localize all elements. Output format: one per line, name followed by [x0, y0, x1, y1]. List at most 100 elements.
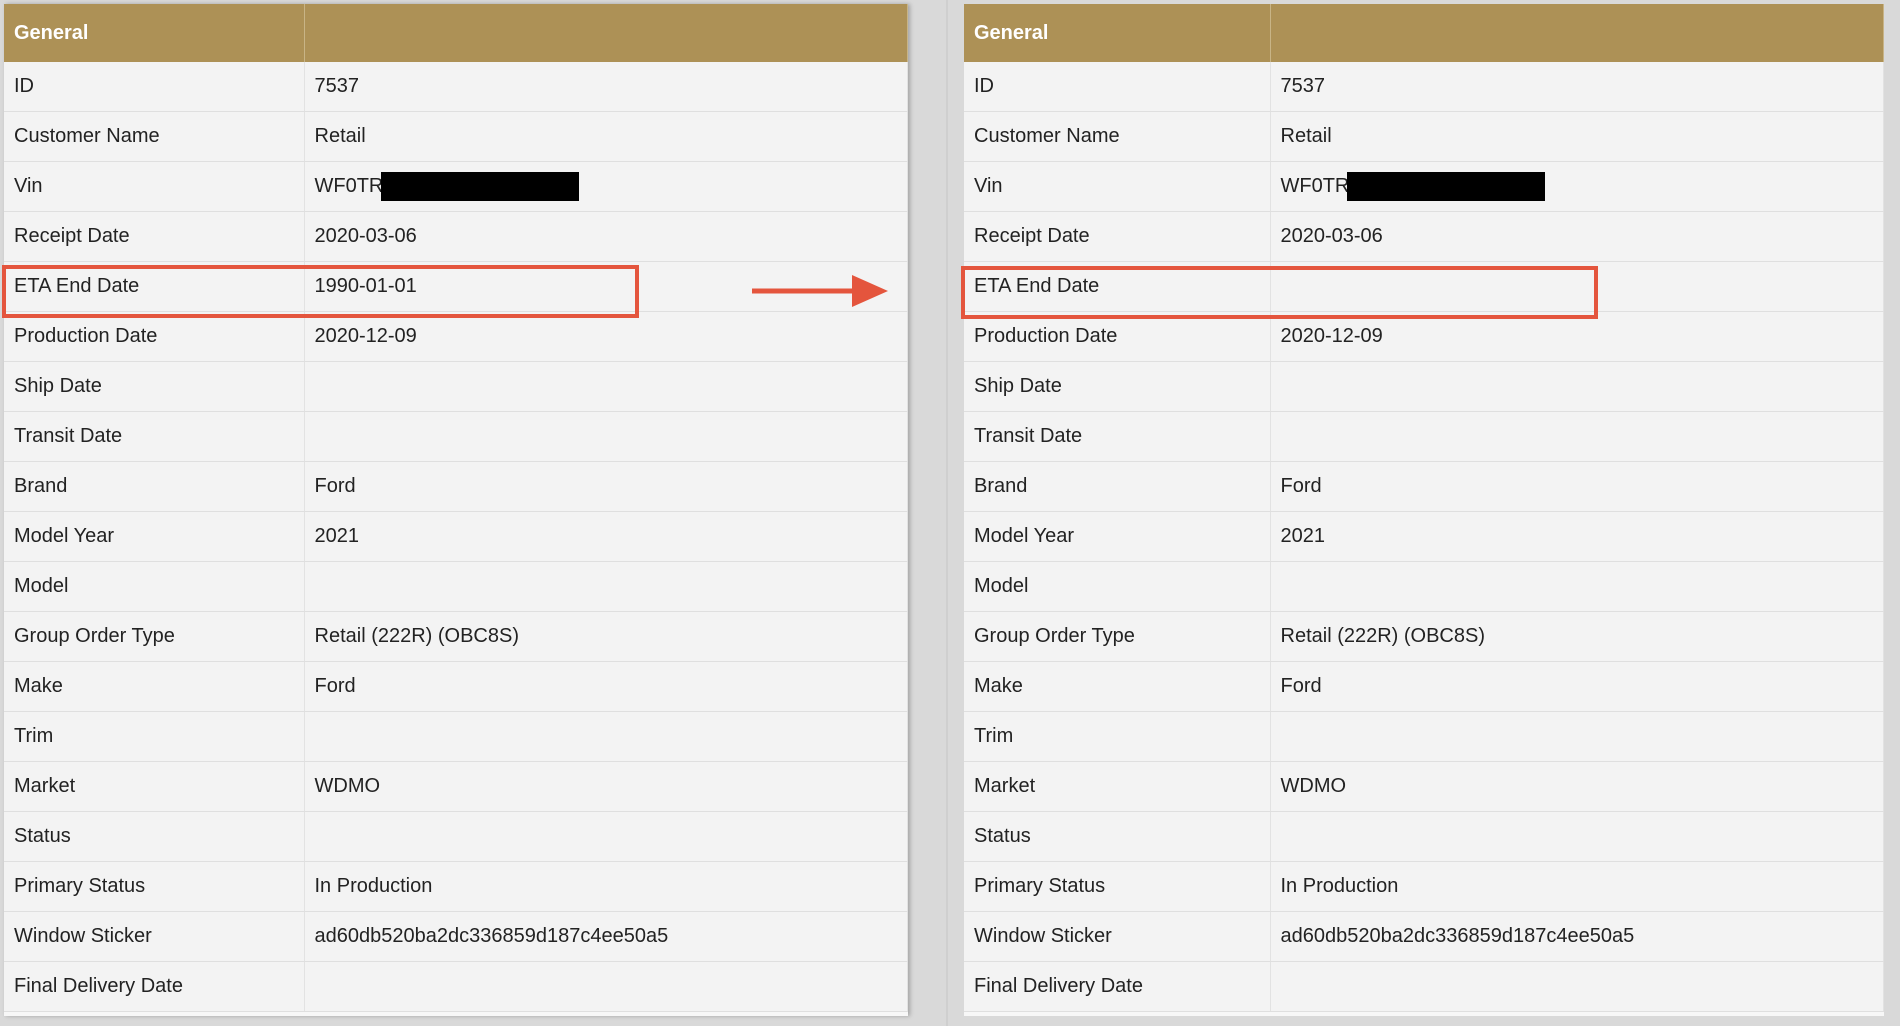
- field-value: WF0TR: [304, 161, 908, 212]
- table-row: Model: [964, 561, 1884, 612]
- table-row: Receipt Date 2020-03-06: [4, 211, 908, 262]
- field-label: Vin: [964, 161, 1271, 212]
- field-label: Primary Status: [964, 861, 1271, 912]
- field-value: 7537: [304, 62, 908, 112]
- field-label: Trim: [964, 711, 1271, 762]
- field-label: Receipt Date: [4, 211, 305, 262]
- field-label: Customer Name: [4, 111, 305, 162]
- table-row: Primary Status In Production: [964, 861, 1884, 912]
- field-value: Ford: [304, 461, 908, 512]
- field-value: Retail: [304, 111, 908, 162]
- table-row: Status: [964, 811, 1884, 862]
- left-table-body: ID 7537 Customer Name Retail Vin WF0TR Receipt…: [4, 62, 908, 1012]
- table-row: Group Order Type Retail (222R) (OBC8S): [4, 611, 908, 662]
- table-row: ID 7537: [964, 62, 1884, 112]
- panel-divider: [946, 0, 948, 1026]
- field-label: Production Date: [4, 311, 305, 362]
- field-value: [304, 711, 908, 762]
- field-value: Retail: [1270, 111, 1884, 162]
- field-label: ID: [4, 62, 305, 112]
- table-row: Trim: [964, 711, 1884, 762]
- table-row: Model Year 2021: [4, 511, 908, 562]
- field-label: Window Sticker: [4, 911, 305, 962]
- vin-redaction-bar: [381, 172, 580, 201]
- table-row: Production Date 2020-12-09: [964, 311, 1884, 362]
- field-label: Receipt Date: [964, 211, 1271, 262]
- field-label: Model: [4, 561, 305, 612]
- field-value: [1270, 561, 1884, 612]
- field-value: [1270, 411, 1884, 462]
- field-value: 2020-12-09: [1270, 311, 1884, 362]
- field-label: Model Year: [4, 511, 305, 562]
- value-header: [1270, 4, 1884, 62]
- table-row: Customer Name Retail: [964, 111, 1884, 162]
- table-row: Make Ford: [964, 661, 1884, 712]
- field-label: Status: [964, 811, 1271, 862]
- table-row: ID 7537: [4, 62, 908, 112]
- value-header: [304, 4, 908, 62]
- field-label: Group Order Type: [964, 611, 1271, 662]
- left-general-table: General ID 7537 Customer Name Retail Vin WF0T…: [4, 4, 908, 1012]
- table-row: Transit Date: [4, 411, 908, 462]
- table-row: Ship Date: [4, 361, 908, 412]
- table-header-row: General: [4, 4, 908, 62]
- field-label: Model: [964, 561, 1271, 612]
- field-value: In Production: [1270, 861, 1884, 912]
- table-row: Trim: [4, 711, 908, 762]
- general-header: General: [964, 4, 1271, 62]
- field-value: [1270, 961, 1884, 1012]
- field-value: Retail (222R) (OBC8S): [304, 611, 908, 662]
- field-value: WDMO: [1270, 761, 1884, 812]
- table-row: Primary Status In Production: [4, 861, 908, 912]
- field-value: [304, 411, 908, 462]
- table-row: Model: [4, 561, 908, 612]
- table-row: Production Date 2020-12-09: [4, 311, 908, 362]
- field-label: ID: [964, 62, 1271, 112]
- table-row: Vin WF0TR: [4, 161, 908, 212]
- field-label: Ship Date: [964, 361, 1271, 412]
- field-label: Final Delivery Date: [4, 961, 305, 1012]
- field-value: [304, 811, 908, 862]
- field-value: 2021: [304, 511, 908, 562]
- field-label: Brand: [4, 461, 305, 512]
- table-row: Group Order Type Retail (222R) (OBC8S): [964, 611, 1884, 662]
- field-value: ad60db520ba2dc336859d187c4ee50a5: [304, 911, 908, 962]
- field-label: Group Order Type: [4, 611, 305, 662]
- left-details-panel: General ID 7537 Customer Name Retail Vin WF0T…: [4, 4, 908, 1016]
- table-row: Ship Date: [964, 361, 1884, 412]
- field-value: ad60db520ba2dc336859d187c4ee50a5: [1270, 911, 1884, 962]
- field-value: In Production: [304, 861, 908, 912]
- field-label: Ship Date: [4, 361, 305, 412]
- field-value: [304, 361, 908, 412]
- table-row: Vin WF0TR: [964, 161, 1884, 212]
- field-label: Make: [964, 661, 1271, 712]
- table-row: Transit Date: [964, 411, 1884, 462]
- field-label: Window Sticker: [964, 911, 1271, 962]
- field-value: WDMO: [304, 761, 908, 812]
- table-row: Window Sticker ad60db520ba2dc336859d187c4…: [964, 911, 1884, 962]
- table-row: Final Delivery Date: [4, 961, 908, 1012]
- field-label: Customer Name: [964, 111, 1271, 162]
- right-general-table: General ID 7537 Customer Name Retail Vin WF0T…: [964, 4, 1884, 1012]
- table-row: Final Delivery Date: [964, 961, 1884, 1012]
- table-row: Receipt Date 2020-03-06: [964, 211, 1884, 262]
- eta-highlight-box-left: [2, 265, 639, 318]
- table-row: Make Ford: [4, 661, 908, 712]
- general-header: General: [4, 4, 305, 62]
- table-row: Market WDMO: [964, 761, 1884, 812]
- field-value: 2020-12-09: [304, 311, 908, 362]
- table-row: Model Year 2021: [964, 511, 1884, 562]
- eta-highlight-box-right: [961, 266, 1598, 319]
- table-row: Brand Ford: [964, 461, 1884, 512]
- field-label: Market: [4, 761, 305, 812]
- field-label: Final Delivery Date: [964, 961, 1271, 1012]
- table-header-row: General: [964, 4, 1884, 62]
- table-row: Market WDMO: [4, 761, 908, 812]
- field-label: Transit Date: [4, 411, 305, 462]
- field-value: Ford: [1270, 661, 1884, 712]
- table-row: Customer Name Retail: [4, 111, 908, 162]
- field-label: Production Date: [964, 311, 1271, 362]
- table-row: Status: [4, 811, 908, 862]
- field-label: Status: [4, 811, 305, 862]
- field-value: [304, 961, 908, 1012]
